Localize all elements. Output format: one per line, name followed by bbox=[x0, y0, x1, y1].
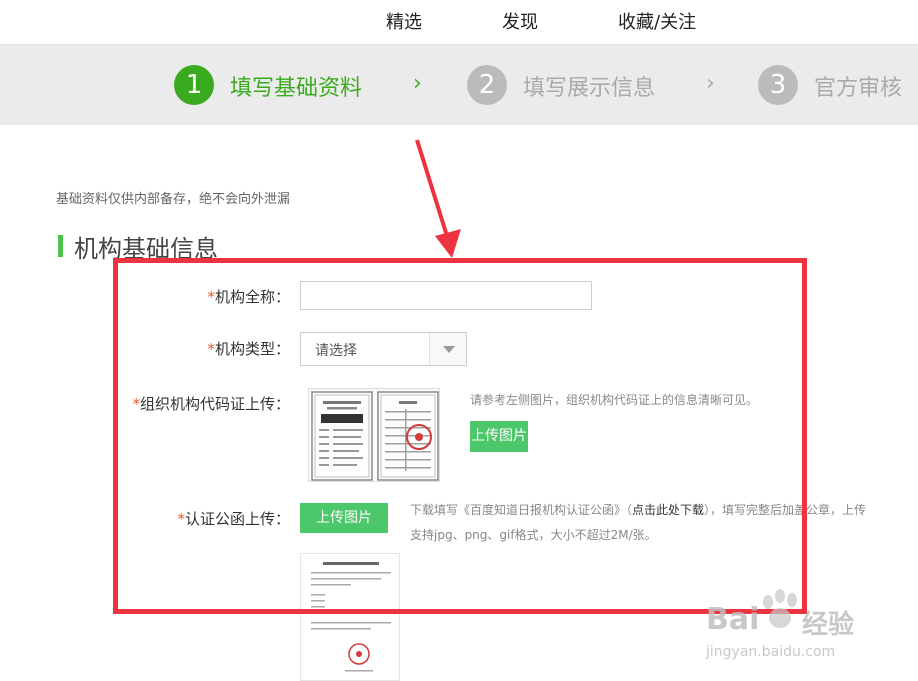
watermark-logo-cn: 经验 bbox=[802, 610, 855, 640]
step-progress-bar: 1 填写基础资料 › 2 填写展示信息 › 3 官方审核 bbox=[0, 45, 918, 125]
org-type-selected-value: 请选择 bbox=[315, 343, 357, 359]
letter-sample-image bbox=[300, 553, 400, 681]
letter-format-hint: 支持jpg、png、gif格式，大小不超过2M/张。 bbox=[410, 528, 657, 542]
nav-item-favorites[interactable]: 收藏/关注 bbox=[618, 8, 696, 34]
baidu-jingyan-watermark: Bai 经验 jingyan.baidu.com bbox=[706, 588, 906, 668]
org-type-select[interactable]: 请选择 bbox=[300, 332, 467, 366]
org-name-input[interactable] bbox=[300, 281, 592, 310]
upload-org-code-button[interactable]: 上传图片 bbox=[470, 421, 528, 452]
watermark-url: jingyan.baidu.com bbox=[706, 644, 836, 660]
letter-label: *认证公函上传： bbox=[177, 510, 290, 528]
privacy-note: 基础资料仅供内部备存，绝不会向外泄漏 bbox=[56, 192, 291, 207]
step-separator-icon: › bbox=[706, 71, 715, 96]
step-2-label: 填写展示信息 bbox=[523, 76, 656, 101]
step-1-number: 1 bbox=[174, 65, 214, 105]
chevron-down-icon bbox=[443, 346, 455, 353]
nav-item-featured[interactable]: 精选 bbox=[386, 8, 422, 34]
nav-item-discover[interactable]: 发现 bbox=[502, 8, 538, 34]
org-code-sample-image bbox=[308, 388, 440, 482]
step-3-number: 3 bbox=[758, 65, 798, 105]
org-type-label: *机构类型： bbox=[207, 340, 290, 358]
required-mark: * bbox=[207, 288, 215, 306]
required-mark: * bbox=[177, 510, 185, 528]
paw-logo-icon bbox=[763, 589, 797, 628]
required-mark: * bbox=[207, 340, 215, 358]
top-nav: 精选 发现 收藏/关注 bbox=[0, 0, 918, 45]
step-1-label: 填写基础资料 bbox=[230, 76, 363, 101]
section-title: 机构基础信息 bbox=[74, 235, 218, 263]
org-name-label: *机构全称： bbox=[207, 288, 290, 306]
org-code-label: *组织机构代码证上传： bbox=[132, 395, 290, 413]
highlight-frame bbox=[113, 258, 807, 614]
watermark-logo-text: Bai bbox=[706, 602, 760, 637]
step-separator-icon: › bbox=[413, 71, 422, 96]
letter-sample-icon bbox=[311, 562, 391, 672]
step-2-number: 2 bbox=[467, 65, 507, 105]
download-link[interactable]: 点击此处下载 bbox=[632, 503, 704, 517]
step-3-label: 官方审核 bbox=[814, 76, 903, 101]
section-accent-bar bbox=[58, 235, 63, 257]
required-mark: * bbox=[132, 395, 140, 413]
certificate-sample-icon bbox=[311, 391, 439, 481]
upload-letter-button[interactable]: 上传图片 bbox=[300, 503, 388, 533]
dropdown-toggle[interactable] bbox=[429, 333, 466, 365]
org-code-hint: 请参考左侧图片，组织机构代码证上的信息清晰可见。 bbox=[470, 393, 759, 407]
letter-hint: 下载填写《百度知道日报机构认证公函》（点击此处下载），填写完整后加盖公章，上传 bbox=[410, 503, 867, 517]
